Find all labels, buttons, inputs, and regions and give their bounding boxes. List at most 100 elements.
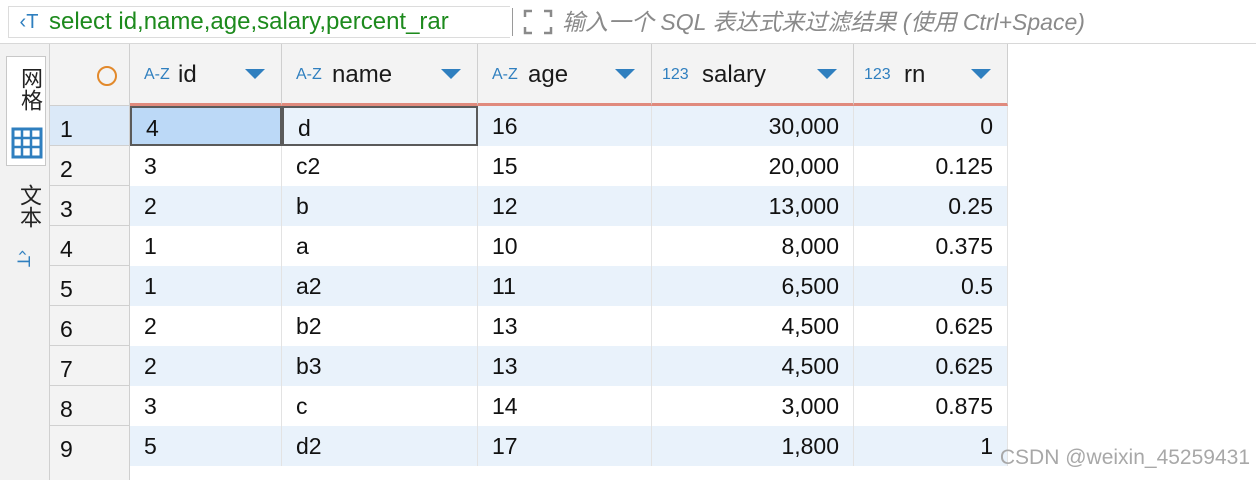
cell-id[interactable]: 2 <box>130 306 282 346</box>
cell-age[interactable]: 12 <box>478 186 652 226</box>
cell-rn[interactable]: 0.375 <box>854 226 1008 266</box>
cell-name[interactable]: b3 <box>282 346 478 386</box>
cell-name[interactable]: c2 <box>282 146 478 186</box>
row-number[interactable]: 3 <box>50 186 130 226</box>
row-number[interactable]: 7 <box>50 346 130 386</box>
cell-id[interactable]: 4 <box>130 106 282 146</box>
cell-id[interactable]: 1 <box>130 226 282 266</box>
column-header-age[interactable]: A-Z age <box>478 44 652 106</box>
cell-id[interactable]: 1 <box>130 266 282 306</box>
cell-salary[interactable]: 4,500 <box>652 346 854 386</box>
table-row[interactable]: 7 2 b3 13 4,500 0.625 <box>50 346 1008 386</box>
cell-salary[interactable]: 3,000 <box>652 386 854 426</box>
row-number[interactable]: 9 <box>50 426 130 466</box>
filter-bar: ‹T select id,name,age,salary,percent_rar… <box>0 0 1256 44</box>
cell-id[interactable]: 3 <box>130 386 282 426</box>
row-number[interactable]: 4 <box>50 226 130 266</box>
text-icon: ‹T <box>12 249 33 267</box>
cell-rn[interactable]: 0.125 <box>854 146 1008 186</box>
filter-placeholder[interactable]: 输入一个 SQL 表达式来过滤结果 (使用 Ctrl+Space) <box>562 6 1085 38</box>
cell-rn[interactable]: 0.875 <box>854 386 1008 426</box>
row-number[interactable]: 8 <box>50 386 130 426</box>
tab-text[interactable]: 文本 ‹T <box>6 178 46 288</box>
table-row[interactable]: 2 3 c2 15 20,000 0.125 <box>50 146 1008 186</box>
column-header-rn[interactable]: 123 rn <box>854 44 1008 106</box>
cell-id[interactable]: 2 <box>130 346 282 386</box>
row-number[interactable]: 6 <box>50 306 130 346</box>
cell-name[interactable]: a2 <box>282 266 478 306</box>
tab-text-label: 文本 <box>16 184 41 228</box>
tab-grid[interactable]: 网格 <box>6 56 46 166</box>
cell-rn[interactable]: 0.625 <box>854 306 1008 346</box>
text-type-icon: A-Z <box>296 66 322 83</box>
column-header-label: rn <box>904 61 926 88</box>
sort-dropdown-icon[interactable] <box>441 69 461 79</box>
cell-name[interactable]: d <box>282 106 478 146</box>
cell-name[interactable]: a <box>282 226 478 266</box>
table-row[interactable]: 5 1 a2 11 6,500 0.5 <box>50 266 1008 306</box>
cell-age[interactable]: 13 <box>478 346 652 386</box>
cell-salary[interactable]: 20,000 <box>652 146 854 186</box>
column-header-name[interactable]: A-Z name <box>282 44 478 106</box>
cell-salary[interactable]: 30,000 <box>652 106 854 146</box>
cell-age[interactable]: 17 <box>478 426 652 466</box>
cell-salary[interactable]: 4,500 <box>652 306 854 346</box>
cell-name[interactable]: c <box>282 386 478 426</box>
column-header-salary[interactable]: 123 salary <box>652 44 854 106</box>
cell-age[interactable]: 10 <box>478 226 652 266</box>
number-type-icon: 123 <box>662 66 689 83</box>
cell-rn[interactable]: 0 <box>854 106 1008 146</box>
sql-query-text[interactable]: select id,name,age,salary,percent_rar <box>49 8 509 36</box>
grid-corner[interactable] <box>50 44 130 106</box>
cell-rn[interactable]: 1 <box>854 426 1008 466</box>
row-number[interactable]: 5 <box>50 266 130 306</box>
table-row[interactable]: 4 1 a 10 8,000 0.375 <box>50 226 1008 266</box>
cell-salary[interactable]: 1,800 <box>652 426 854 466</box>
cell-age[interactable]: 15 <box>478 146 652 186</box>
cell-name[interactable]: d2 <box>282 426 478 466</box>
row-header-filler <box>50 464 130 480</box>
watermark: CSDN @weixin_45259431 <box>999 446 1250 469</box>
sort-dropdown-icon[interactable] <box>245 69 265 79</box>
column-header-label: salary <box>702 61 767 88</box>
row-number[interactable]: 1 <box>50 106 130 146</box>
number-type-icon: 123 <box>864 66 891 83</box>
text-type-icon: A-Z <box>492 66 518 83</box>
tab-grid-label: 网格 <box>17 67 42 111</box>
divider <box>512 8 513 36</box>
grid-icon <box>11 127 43 159</box>
cell-age[interactable]: 13 <box>478 306 652 346</box>
table-row[interactable]: 8 3 c 14 3,000 0.875 <box>50 386 1008 426</box>
table-row[interactable]: 6 2 b2 13 4,500 0.625 <box>50 306 1008 346</box>
cell-name[interactable]: b2 <box>282 306 478 346</box>
table-row[interactable]: 3 2 b 12 13,000 0.25 <box>50 186 1008 226</box>
sort-dropdown-icon[interactable] <box>615 69 635 79</box>
cell-salary[interactable]: 6,500 <box>652 266 854 306</box>
sort-dropdown-icon[interactable] <box>971 69 991 79</box>
view-switch-panel: 网格 文本 ‹T <box>0 44 50 480</box>
cell-rn[interactable]: 0.25 <box>854 186 1008 226</box>
cell-id[interactable]: 2 <box>130 186 282 226</box>
cell-id[interactable]: 5 <box>130 426 282 466</box>
cell-age[interactable]: 14 <box>478 386 652 426</box>
column-header-id[interactable]: A-Z id <box>130 44 282 106</box>
expand-icon[interactable] <box>522 8 554 36</box>
cell-rn[interactable]: 0.625 <box>854 346 1008 386</box>
cell-age[interactable]: 11 <box>478 266 652 306</box>
cell-salary[interactable]: 8,000 <box>652 226 854 266</box>
table-row[interactable]: 1 4 d 16 30,000 0 <box>50 106 1008 146</box>
sort-dropdown-icon[interactable] <box>817 69 837 79</box>
cell-age[interactable]: 16 <box>478 106 652 146</box>
cell-name[interactable]: b <box>282 186 478 226</box>
result-grid: A-Z id A-Z name A-Z age 123 salary 123 r… <box>50 44 1256 480</box>
row-number[interactable]: 2 <box>50 146 130 186</box>
cell-id[interactable]: 3 <box>130 146 282 186</box>
sql-text-icon: ‹T <box>19 10 39 33</box>
table-row[interactable]: 9 5 d2 17 1,800 1 <box>50 426 1008 466</box>
column-header-label: age <box>528 61 569 88</box>
select-all-icon[interactable] <box>97 66 117 86</box>
column-header-label: id <box>178 61 197 88</box>
sql-filter-input[interactable]: ‹T select id,name,age,salary,percent_rar <box>8 6 510 38</box>
cell-salary[interactable]: 13,000 <box>652 186 854 226</box>
cell-rn[interactable]: 0.5 <box>854 266 1008 306</box>
